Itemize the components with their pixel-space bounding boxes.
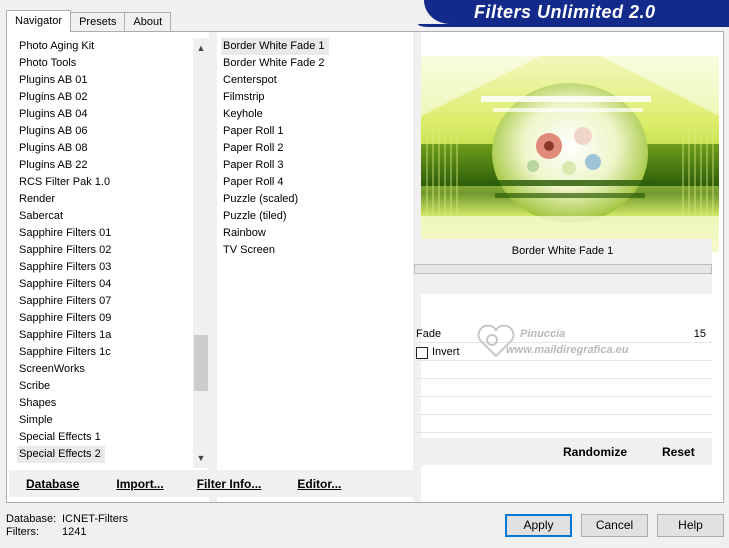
category-item[interactable]: ScreenWorks — [17, 361, 193, 378]
category-item[interactable]: Sapphire Filters 03 — [17, 259, 193, 276]
filters-count: 1241 — [62, 526, 87, 538]
editor-button[interactable]: Editor... — [297, 477, 341, 491]
tab-about[interactable]: About — [124, 12, 172, 32]
separator-strip — [413, 274, 712, 294]
category-item[interactable]: Sapphire Filters 01 — [17, 225, 193, 242]
filter-item[interactable]: Filmstrip — [221, 89, 411, 106]
scroll-up-icon[interactable]: ▲ — [193, 40, 209, 56]
filter-item[interactable]: Rainbow — [221, 225, 411, 242]
filter-item[interactable]: Paper Roll 1 — [221, 123, 411, 140]
preview-artwork — [421, 56, 719, 252]
banner-title: Filters Unlimited 2.0 — [474, 2, 656, 22]
filter-item[interactable]: TV Screen — [221, 242, 411, 259]
filter-item[interactable]: Paper Roll 3 — [221, 157, 411, 174]
category-item[interactable]: Plugins AB 01 — [17, 72, 193, 89]
category-item[interactable]: Sapphire Filters 1c — [17, 344, 193, 361]
current-filter-title: Border White Fade 1 — [413, 239, 712, 265]
fade-label: Fade — [416, 328, 442, 340]
database-button[interactable]: Database — [26, 477, 79, 491]
database-value: ICNET-Filters — [62, 513, 128, 525]
category-item[interactable]: Plugins AB 08 — [17, 140, 193, 157]
filters-key: Filters: — [6, 526, 39, 538]
category-item[interactable]: Sapphire Filters 07 — [17, 293, 193, 310]
filter-item[interactable]: Paper Roll 2 — [221, 140, 411, 157]
param-row-empty — [414, 398, 712, 415]
filter-item[interactable]: Border White Fade 2 — [221, 55, 411, 72]
param-row-empty — [414, 362, 712, 379]
filter-preview-image — [421, 56, 719, 252]
category-item[interactable]: Special Effects 2 — [17, 446, 105, 463]
filter-item[interactable]: Centerspot — [221, 72, 411, 89]
category-scrollbar[interactable]: ▲ ▼ — [193, 38, 209, 468]
randomize-button[interactable]: Randomize — [563, 445, 627, 459]
category-item[interactable]: Plugins AB 02 — [17, 89, 193, 106]
import-button[interactable]: Import... — [116, 477, 163, 491]
tab-navigator[interactable]: Navigator — [6, 10, 72, 32]
watermark-url: www.maildiregrafica.eu — [506, 344, 629, 356]
filter-item[interactable]: Keyhole — [221, 106, 411, 123]
filter-item[interactable]: Paper Roll 4 — [221, 174, 411, 191]
category-item[interactable]: Sapphire Filters 04 — [17, 276, 193, 293]
category-item[interactable]: Sapphire Filters 1a — [17, 327, 193, 344]
scroll-down-icon[interactable]: ▼ — [193, 450, 209, 466]
filter-list[interactable]: Border White Fade 1 Border White Fade 2 Ce… — [221, 38, 411, 464]
watermark-name: Pinuccia — [520, 328, 566, 340]
category-item[interactable]: Plugins AB 22 — [17, 157, 193, 174]
help-button[interactable]: Help — [657, 514, 724, 537]
filter-info-button[interactable]: Filter Info... — [197, 477, 262, 491]
current-filter-label: Border White Fade 1 — [511, 245, 614, 257]
category-item[interactable]: RCS Filter Pak 1.0 — [17, 174, 193, 191]
param-row-empty — [414, 416, 712, 433]
cancel-button[interactable]: Cancel — [581, 514, 648, 537]
tab-bar: Navigator Presets About — [6, 10, 172, 32]
category-item[interactable]: Special Effects 1 — [17, 429, 193, 446]
category-item[interactable]: Scribe — [17, 378, 193, 395]
invert-label: Invert — [432, 346, 460, 358]
category-list[interactable]: Photo Aging Kit Photo Tools Plugins AB 01 P… — [17, 38, 193, 464]
reset-button[interactable]: Reset — [662, 445, 695, 459]
apply-button[interactable]: Apply — [505, 514, 572, 537]
list-button-bar: Database Import... Filter Info... Editor… — [9, 470, 414, 497]
category-item[interactable]: Sabercat — [17, 208, 193, 225]
category-item[interactable]: Photo Tools — [17, 55, 193, 72]
status-info: Database: ICNET-Filters Filters: 1241 — [6, 513, 128, 539]
category-item[interactable]: Sapphire Filters 02 — [17, 242, 193, 259]
category-item[interactable]: Plugins AB 04 — [17, 106, 193, 123]
category-item[interactable]: Shapes — [17, 395, 193, 412]
filter-item[interactable]: Puzzle (scaled) — [221, 191, 411, 208]
database-key: Database: — [6, 513, 57, 525]
divider — [209, 32, 217, 502]
app-banner: Filters Unlimited 2.0 — [424, 0, 729, 24]
category-item[interactable]: Render — [17, 191, 193, 208]
filter-item[interactable]: Puzzle (tiled) — [221, 208, 411, 225]
category-item[interactable]: Simple — [17, 412, 193, 429]
filter-item[interactable]: Border White Fade 1 — [221, 38, 329, 55]
scroll-thumb[interactable] — [194, 335, 208, 391]
banner-stripe — [418, 24, 729, 27]
category-item[interactable]: Photo Aging Kit — [17, 38, 193, 55]
preset-button-bar: Randomize Reset — [413, 438, 712, 465]
fade-value: 15 — [693, 328, 706, 340]
category-item[interactable]: Plugins AB 06 — [17, 123, 193, 140]
category-item[interactable]: Sapphire Filters 09 — [17, 310, 193, 327]
invert-checkbox[interactable] — [416, 347, 428, 359]
param-row-empty — [414, 380, 712, 397]
tab-presets[interactable]: Presets — [70, 12, 126, 32]
progress-bar — [414, 264, 712, 274]
